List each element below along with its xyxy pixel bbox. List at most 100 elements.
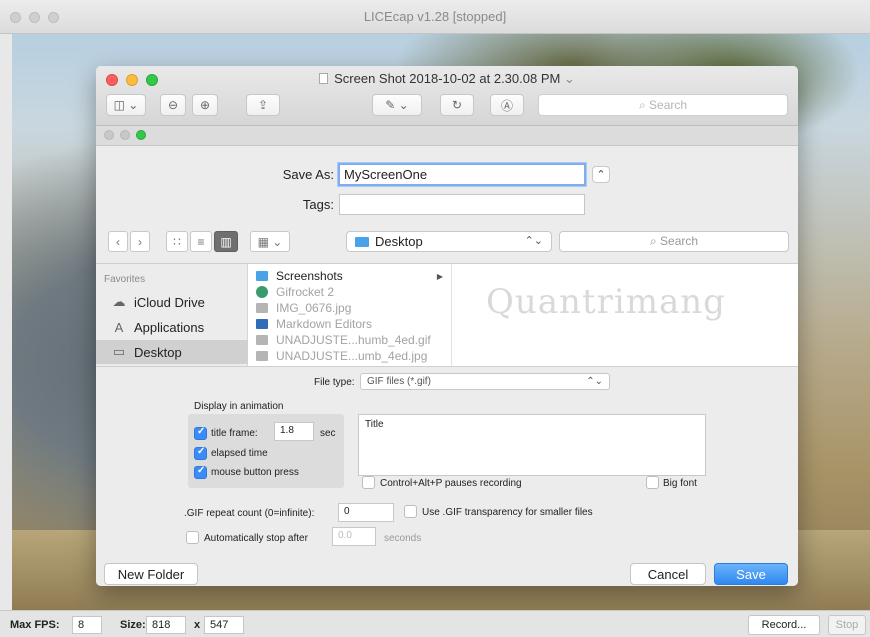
- sheet-window-controls: [104, 130, 146, 140]
- elapsed-time-checkbox[interactable]: [194, 446, 207, 460]
- sheet-titlebar: [96, 126, 798, 146]
- title-frame-checkbox[interactable]: [194, 426, 207, 440]
- file-type-label: File type:: [314, 377, 355, 388]
- title-frame-label: title frame:: [211, 428, 258, 439]
- transparency-label: Use .GIF transparency for smaller files: [422, 507, 593, 518]
- markup-icon: Ⓐ: [500, 98, 513, 113]
- zoom-out-icon: ⊖: [167, 98, 179, 112]
- sheet-close-button: [104, 130, 114, 140]
- app-icon: [256, 286, 268, 298]
- rotate-icon: ↻: [451, 98, 463, 112]
- pause-hotkey-checkbox[interactable]: [362, 476, 375, 489]
- document-icon: [319, 73, 329, 84]
- chevron-right-icon: ›: [138, 234, 142, 249]
- updown-chevron-icon: ⌃⌄: [586, 376, 603, 387]
- share-icon: ⇪: [257, 98, 269, 112]
- column-view-button[interactable]: ▥: [214, 231, 238, 252]
- image-file-icon: [256, 351, 268, 361]
- elapsed-time-label: elapsed time: [211, 448, 268, 459]
- tags-input[interactable]: [339, 194, 585, 215]
- preview-document-title[interactable]: Screen Shot 2018-10-02 at 2.30.08 PM ⌄: [96, 71, 798, 87]
- image-file-icon: [256, 335, 268, 345]
- sidebar-item-icloud-drive[interactable]: ☁ iCloud Drive: [96, 290, 248, 314]
- auto-stop-input[interactable]: 0.0: [332, 527, 376, 546]
- sheet-zoom-button[interactable]: [136, 130, 146, 140]
- repeat-count-input[interactable]: 0: [338, 503, 394, 522]
- collapse-dialog-button[interactable]: ⌃: [592, 166, 610, 183]
- mouse-press-label: mouse button press: [211, 467, 299, 478]
- save-as-input[interactable]: MyScreenOne: [338, 163, 586, 186]
- title-frame-input[interactable]: 1.8: [274, 422, 314, 441]
- zoom-in-button[interactable]: ⊕: [192, 94, 218, 116]
- max-fps-input[interactable]: 8: [72, 616, 102, 634]
- pen-icon: ✎ ⌄: [385, 98, 409, 112]
- width-input[interactable]: 818: [146, 616, 186, 634]
- disclosure-arrow-icon: ▶: [436, 271, 443, 281]
- file-item-img: IMG_0676.jpg: [248, 300, 451, 316]
- transparency-checkbox[interactable]: [404, 505, 417, 518]
- cloud-icon: ☁: [112, 294, 126, 309]
- licecap-status-bar: Max FPS: 8 Size: 818 x 547 Record... Sto…: [0, 610, 870, 637]
- save-sheet: Save As: MyScreenOne ⌃ Tags: ‹ › ∷ ≡ ▥ ▦…: [96, 126, 798, 586]
- location-popup[interactable]: Desktop ⌃⌄: [346, 231, 552, 252]
- forward-button[interactable]: ›: [130, 231, 150, 252]
- gallery-icon: ▦ ⌄: [257, 234, 283, 249]
- applications-icon: A: [114, 319, 124, 335]
- desktop-column: Screenshots ▶ Gifrocket 2 IMG_0676.jpg Ma…: [248, 264, 452, 366]
- new-folder-button[interactable]: New Folder: [104, 563, 198, 585]
- preview-search-field[interactable]: ⌕ Search: [538, 94, 788, 116]
- share-button[interactable]: ⇪: [246, 94, 280, 116]
- max-fps-label: Max FPS:: [10, 619, 60, 631]
- desktop-icon: ▭: [112, 344, 126, 359]
- grid-icon: ∷: [173, 234, 181, 249]
- list-icon: ≡: [197, 234, 205, 249]
- watermark-logo: Quantrimang: [486, 282, 726, 322]
- title-frame-unit: sec: [320, 428, 336, 439]
- file-item-screenshots[interactable]: Screenshots ▶: [248, 268, 451, 284]
- title-text-area[interactable]: Title: [358, 414, 706, 476]
- size-label: Size:: [120, 619, 146, 631]
- icon-view-button[interactable]: ∷: [166, 231, 188, 252]
- image-file-icon: [256, 303, 268, 313]
- save-button[interactable]: Save: [714, 563, 788, 585]
- repeat-count-label: .GIF repeat count (0=infinite):: [184, 508, 315, 519]
- chevron-left-icon: ‹: [116, 234, 120, 249]
- preview-window: Screen Shot 2018-10-02 at 2.30.08 PM ⌄ ◫…: [96, 66, 798, 586]
- sidebar-toggle-button[interactable]: ◫ ⌄: [106, 94, 146, 116]
- markup-pen-button[interactable]: ✎ ⌄: [372, 94, 422, 116]
- file-item-gifrocket: Gifrocket 2: [248, 284, 451, 300]
- chevron-up-icon: ⌃: [596, 169, 606, 181]
- mouse-press-checkbox[interactable]: [194, 465, 207, 479]
- gallery-view-button[interactable]: ▦ ⌄: [250, 231, 290, 252]
- sidebar-icon: ◫ ⌄: [113, 98, 139, 112]
- browser-search-field[interactable]: ⌕ Search: [559, 231, 789, 252]
- tags-label: Tags:: [302, 197, 334, 212]
- sidebar-item-applications[interactable]: A Applications: [96, 315, 248, 339]
- auto-stop-checkbox[interactable]: [186, 531, 199, 544]
- auto-stop-unit: seconds: [384, 533, 422, 544]
- stop-button[interactable]: Stop: [828, 615, 866, 635]
- zoom-in-icon: ⊕: [199, 98, 211, 112]
- rotate-button[interactable]: ↻: [440, 94, 474, 116]
- zoom-out-button[interactable]: ⊖: [160, 94, 186, 116]
- columns-icon: ▥: [220, 234, 232, 249]
- cancel-button[interactable]: Cancel: [630, 563, 706, 585]
- licecap-titlebar: LICEcap v1.28 [stopped]: [0, 0, 870, 34]
- file-browser: Favorites ☁ iCloud Drive A Applications …: [96, 263, 798, 367]
- file-item-unadjusted-gif: UNADJUSTE...humb_4ed.gif: [248, 332, 451, 348]
- folder-icon: [256, 271, 268, 281]
- list-view-button[interactable]: ≡: [190, 231, 212, 252]
- big-font-label: Big font: [663, 478, 697, 489]
- height-input[interactable]: 547: [204, 616, 244, 634]
- sidebar-item-desktop[interactable]: ▭ Desktop: [96, 340, 248, 364]
- updown-chevron-icon: ⌃⌄: [524, 235, 543, 247]
- file-item-markdown-editors: Markdown Editors: [248, 316, 451, 332]
- record-button[interactable]: Record...: [748, 615, 820, 635]
- file-type-select[interactable]: GIF files (*.gif) ⌃⌄: [360, 373, 610, 390]
- file-item-unadjusted-jpg: UNADJUSTE...umb_4ed.jpg: [248, 348, 451, 364]
- big-font-checkbox[interactable]: [646, 476, 659, 489]
- display-heading: Display in animation: [194, 401, 284, 412]
- markup-toolbar-button[interactable]: Ⓐ: [490, 94, 524, 116]
- preview-toolbar: Screen Shot 2018-10-02 at 2.30.08 PM ⌄ ◫…: [96, 66, 798, 126]
- back-button[interactable]: ‹: [108, 231, 128, 252]
